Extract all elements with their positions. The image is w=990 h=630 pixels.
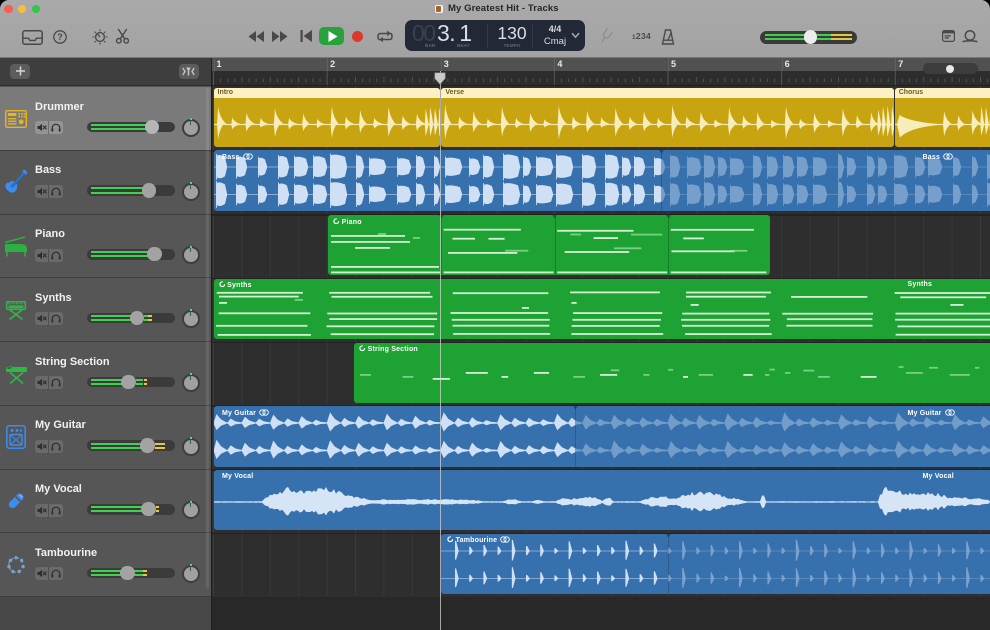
svg-text:?: ? [57,32,63,42]
